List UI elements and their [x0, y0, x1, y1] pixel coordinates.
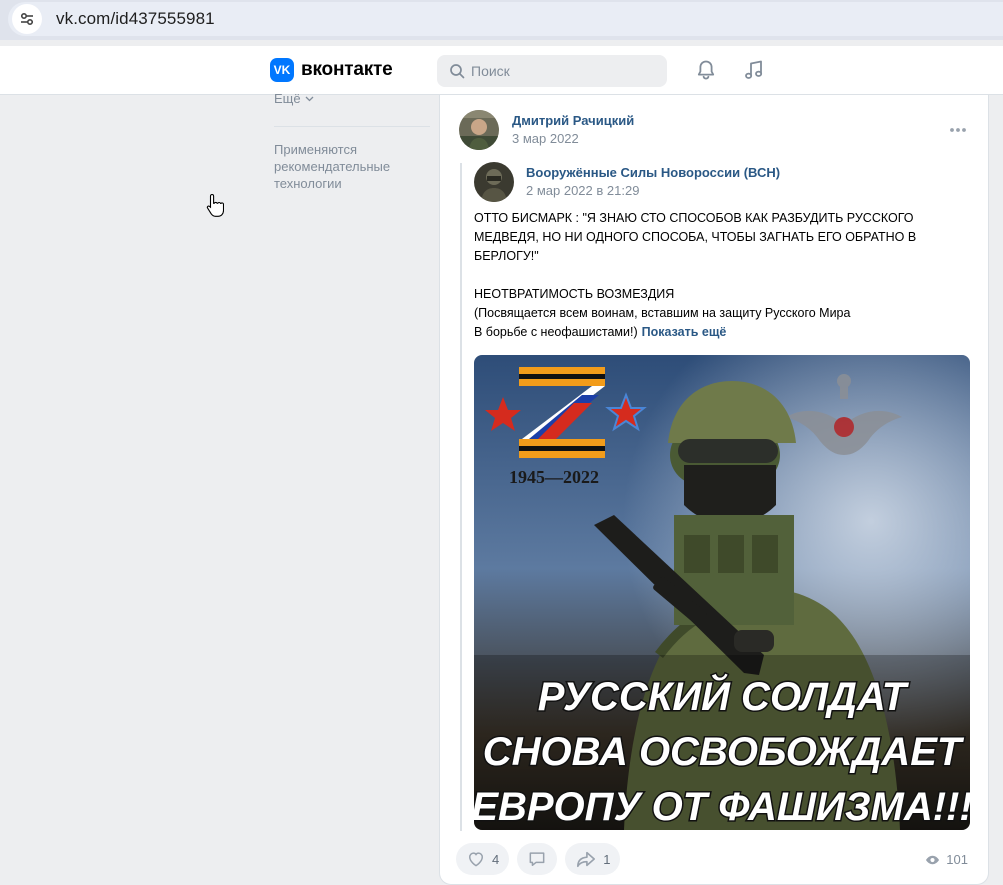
post-text-line: НЕОТВРАТИМОСТЬ ВОЗМЕЗДИЯ: [474, 287, 675, 301]
repost-source-name[interactable]: Вооружённые Силы Новороссии (ВСН): [526, 165, 780, 180]
share-count: 1: [603, 851, 611, 867]
site-header: VK вконтакте: [0, 46, 1003, 95]
wall-post: Дмитрий Рачицкий 3 мар 2022 Вооружённые …: [439, 95, 989, 885]
post-text: ОТТО БИСМАРК : "Я ЗНАЮ СТО СПОСОБОВ КАК …: [474, 209, 954, 342]
post-text-line: ОТТО БИСМАРК : "Я ЗНАЮ СТО СПОСОБОВ КАК …: [474, 211, 914, 225]
music-icon[interactable]: [742, 58, 766, 82]
caption-line-2: СНОВА ОСВОБОЖДАЕТ: [483, 730, 965, 774]
author-avatar[interactable]: [459, 110, 499, 150]
more-options-icon[interactable]: [948, 125, 968, 135]
repost-indicator-line: [460, 163, 462, 831]
notifications-bell-icon[interactable]: [694, 58, 718, 82]
caption-line-3: ЕВРОПУ ОТ ФАШИЗМА!!!: [474, 785, 970, 829]
search-box[interactable]: [437, 55, 667, 87]
sidebar-more-link[interactable]: Ещё: [274, 91, 314, 106]
caption-line-1: РУССКИЙ СОЛДАТ: [538, 672, 910, 719]
recommendation-note[interactable]: Применяются рекомендательные технологии: [274, 141, 414, 192]
share-arrow-icon: [577, 851, 596, 868]
sidebar-more-label: Ещё: [274, 91, 301, 106]
repost-date[interactable]: 2 мар 2022 в 21:29: [526, 183, 639, 198]
eye-icon: [926, 855, 940, 864]
comment-button[interactable]: [517, 843, 558, 875]
search-icon: [450, 64, 465, 79]
post-author-name[interactable]: Дмитрий Рачицкий: [512, 113, 634, 128]
show-more-link[interactable]: Показать ещё: [642, 325, 727, 339]
like-count: 4: [492, 851, 500, 867]
view-counter: 101: [925, 852, 968, 867]
address-bar[interactable]: vk.com/id437555981: [8, 2, 1003, 36]
heart-icon: [468, 852, 484, 867]
repost-source-avatar[interactable]: [474, 162, 514, 202]
vk-logo-text: вконтакте: [301, 59, 393, 80]
post-text-line: (Посвящается всем воинам, вставшим на за…: [474, 306, 851, 320]
image-caption: РУССКИЙ СОЛДАТ СНОВА ОСВОБОЖДАЕТ ЕВРОПУ …: [474, 671, 970, 831]
search-input[interactable]: [471, 63, 661, 79]
post-text-line: В борьбе с неофашистами!): [474, 325, 638, 339]
post-text-line: БЕРЛОГУ!": [474, 249, 539, 263]
url-text[interactable]: vk.com/id437555981: [56, 9, 215, 29]
vk-logo-icon: VK: [270, 58, 294, 82]
comment-icon: [529, 852, 545, 866]
image-years-text: 1945—2022: [509, 467, 599, 487]
post-image[interactable]: 1945—2022 РУССКИЙ СОЛДАТ СНОВА ОСВОБОЖДА…: [474, 355, 970, 830]
like-button[interactable]: 4: [456, 843, 510, 875]
site-settings-icon[interactable]: [12, 4, 42, 34]
sidebar-divider: [274, 126, 430, 127]
post-image-illustration: 1945—2022 РУССКИЙ СОЛДАТ СНОВА ОСВОБОЖДА…: [474, 355, 970, 830]
post-text-line: МЕДВЕДЯ, НО НИ ОДНОГО СПОСОБА, ЧТОБЫ ЗАГ…: [474, 230, 917, 244]
post-text-line: [474, 266, 954, 285]
view-count: 101: [946, 852, 968, 867]
share-button[interactable]: 1: [565, 843, 621, 875]
chevron-down-icon: [305, 96, 314, 101]
post-text-last-line: В борьбе с неофашистами!) Показать ещё: [474, 323, 954, 342]
post-actions: 4 1: [456, 843, 621, 875]
post-date[interactable]: 3 мар 2022: [512, 131, 579, 146]
hand-cursor-icon: [206, 193, 224, 217]
vk-logo[interactable]: VK вконтакте: [270, 58, 393, 82]
browser-toolbar: vk.com/id437555981: [0, 0, 1003, 40]
